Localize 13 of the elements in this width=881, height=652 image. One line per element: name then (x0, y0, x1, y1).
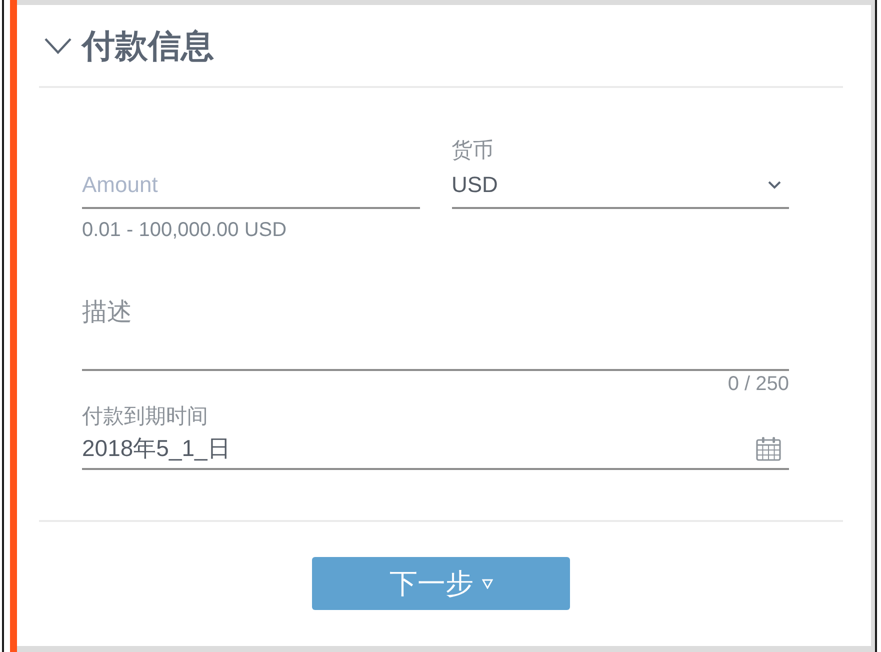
field-label: 货币 (452, 140, 494, 162)
section-title: 付款信息 (82, 26, 214, 64)
triangle-down-icon (482, 578, 492, 588)
chevron-down-icon[interactable] (44, 36, 72, 54)
chevron-down-icon (768, 180, 781, 188)
amount-field[interactable]: Amount (82, 162, 420, 209)
amount-hint: 0.01 - 100,000.00 USD (82, 219, 287, 241)
field-label: 描述 (82, 299, 132, 325)
calendar-icon[interactable] (756, 436, 781, 460)
date-field[interactable]: 2018年5_1_日 (82, 428, 789, 470)
character-counter: 0 / 250 (728, 373, 789, 395)
field-label: 付款到期时间 (82, 406, 208, 428)
currency-select[interactable]: USD (452, 162, 789, 209)
